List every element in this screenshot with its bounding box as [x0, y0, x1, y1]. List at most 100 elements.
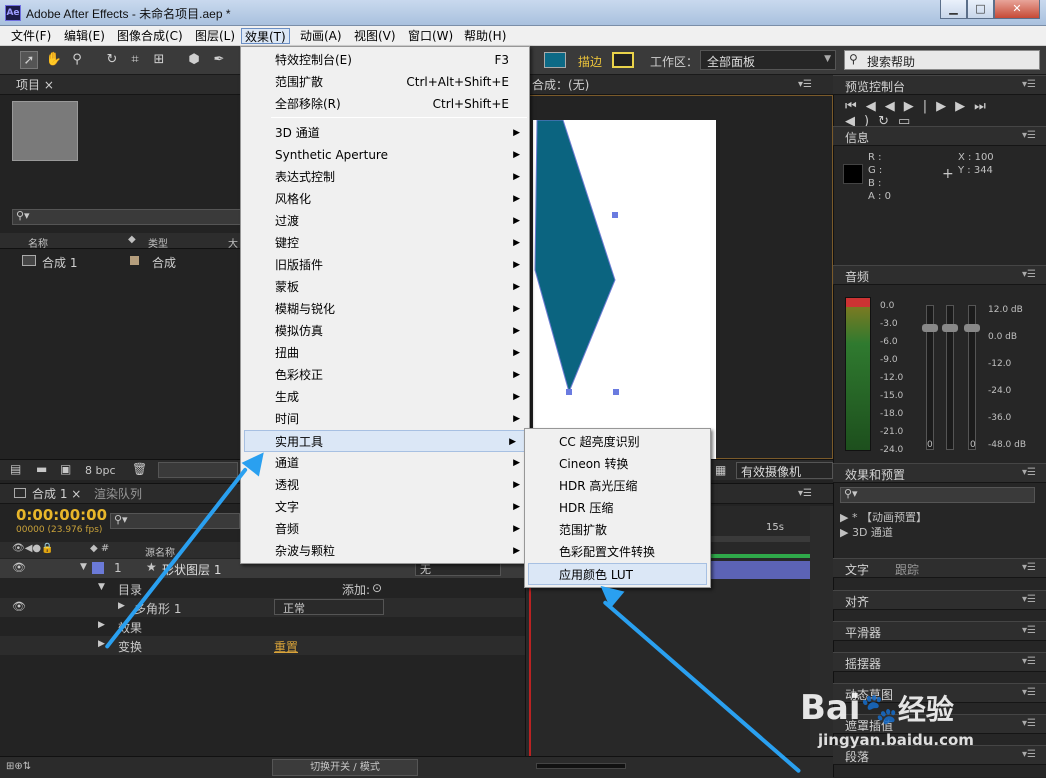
effect-menu-item[interactable]: 模糊与锐化 ▶ — [241, 298, 529, 320]
pan-behind-tool-icon[interactable]: ⊞ — [150, 51, 168, 69]
audio-fader-left[interactable] — [922, 305, 938, 450]
utility-submenu-item[interactable]: 范围扩散 — [525, 519, 710, 541]
effect-menu-item[interactable]: 特效控制台(E) F3 — [241, 49, 529, 71]
rotate-tool-icon[interactable]: ↻ — [103, 51, 121, 69]
zoom-slider[interactable] — [536, 763, 626, 769]
column-type[interactable]: 类型 — [148, 235, 168, 250]
reset-link[interactable]: 重置 — [274, 638, 298, 655]
panel-menu-icon[interactable]: ▾☰ — [1022, 718, 1036, 729]
tab-info[interactable]: 信息 — [845, 129, 869, 146]
tab-smoother[interactable]: 平滑器 — [845, 624, 881, 641]
effects-search-input[interactable]: ⚲▾ — [840, 487, 1035, 503]
project-item-row[interactable]: 合成 1 合成 — [0, 252, 242, 270]
tab-audio[interactable]: 音频 — [845, 268, 869, 285]
effect-menu-item[interactable]: 杂波与颗粒 ▶ — [241, 540, 529, 562]
project-search-input[interactable]: ⚲▾ — [12, 209, 242, 225]
interpret-footage-icon[interactable]: ▤ — [10, 462, 21, 476]
expand-triangle-icon[interactable]: ▼ — [98, 582, 105, 592]
panel-menu-icon[interactable]: ▾☰ — [1022, 749, 1036, 760]
panel-menu-icon[interactable]: ▾☰ — [798, 488, 812, 499]
tab-project[interactable]: 项目 × — [12, 76, 54, 94]
panel-menu-icon[interactable]: ▾☰ — [1022, 656, 1036, 667]
effect-menu-item[interactable]: 时间 ▶ — [241, 408, 529, 430]
blend-mode-dropdown[interactable]: 正常 — [274, 599, 384, 615]
camera-dropdown[interactable]: 有效摄像机 — [736, 462, 833, 479]
effect-menu-item[interactable]: 实用工具 ▶ — [244, 430, 526, 452]
menu-composition[interactable]: 图像合成(C) — [114, 28, 186, 44]
audio-fader-right[interactable] — [964, 305, 980, 450]
tab-align[interactable]: 对齐 — [845, 593, 869, 610]
tab-composition[interactable]: 合成：(无) — [528, 76, 589, 94]
effect-menu-item[interactable]: 过渡 ▶ — [241, 210, 529, 232]
visibility-eye-icon[interactable]: 👁 — [12, 561, 26, 574]
toggle-icons[interactable]: ⊞⊕⇅ — [6, 761, 31, 772]
effect-menu-item[interactable]: 生成 ▶ — [241, 386, 529, 408]
tab-paragraph[interactable]: 段落 — [845, 748, 869, 765]
column-size[interactable]: 大 — [228, 235, 238, 250]
transparency-grid-icon[interactable]: ▦ — [715, 463, 726, 477]
bpc-label[interactable]: 8 bpc — [85, 464, 116, 477]
workspace-dropdown[interactable]: 全部面板 ▼ — [700, 50, 836, 70]
tab-effects-presets[interactable]: 效果和预置 — [845, 466, 905, 483]
menu-help[interactable]: 帮助(H) — [461, 28, 509, 44]
column-name[interactable]: 名称 — [28, 235, 48, 250]
effect-menu-item[interactable]: 旧版插件 ▶ — [241, 254, 529, 276]
tab-text[interactable]: 文字 — [845, 561, 869, 578]
panel-menu-icon[interactable]: ▾☰ — [1022, 594, 1036, 605]
effect-menu-item[interactable]: 文字 ▶ — [241, 496, 529, 518]
selection-tool-icon[interactable]: ➚ — [20, 51, 38, 69]
effect-menu-item[interactable]: 音频 ▶ — [241, 518, 529, 540]
trash-icon[interactable]: 🗑 — [132, 462, 147, 476]
utility-submenu-item[interactable]: 色彩配置文件转换 — [525, 541, 710, 563]
project-scrollbar[interactable] — [158, 462, 238, 478]
camera-tool-icon[interactable]: ⌗ — [126, 51, 144, 69]
tab-wiggler[interactable]: 摇摆器 — [845, 655, 881, 672]
layer-color-label[interactable] — [92, 562, 104, 574]
contents-row[interactable]: ▼ 目录 添加: ⊙ — [0, 579, 525, 598]
preset-item[interactable]: ▶ * 【动画预置】 — [840, 509, 927, 525]
tab-preview[interactable]: 预览控制台 — [845, 78, 905, 95]
menu-edit[interactable]: 编辑(E) — [61, 28, 108, 44]
panel-menu-icon[interactable]: ▾☰ — [1022, 467, 1036, 478]
effect-menu-item[interactable]: 色彩校正 ▶ — [241, 364, 529, 386]
add-menu-icon[interactable]: ⊙ — [372, 581, 382, 595]
panel-menu-icon[interactable]: ▾☰ — [1022, 269, 1036, 280]
utility-submenu-item[interactable]: CC 超亮度识别 — [525, 431, 710, 453]
effect-menu-item[interactable]: 表达式控制 ▶ — [241, 166, 529, 188]
minimize-button[interactable]: ▁ — [940, 0, 967, 19]
timecode-display[interactable]: 0:00:00:00 — [16, 506, 107, 524]
effect-menu-item[interactable]: 风格化 ▶ — [241, 188, 529, 210]
panel-menu-icon[interactable]: ▾☰ — [1022, 130, 1036, 141]
shape-tool-icon[interactable]: ⬢ — [185, 51, 203, 69]
new-folder-icon[interactable]: ▬ — [36, 462, 47, 476]
stroke-color-swatch[interactable] — [612, 52, 634, 68]
polygon-row[interactable]: 👁 ▶ 多角形 1 正常 — [0, 598, 525, 617]
effect-menu-item[interactable]: 透视 ▶ — [241, 474, 529, 496]
zoom-tool-icon[interactable]: ⚲ — [68, 51, 86, 69]
menu-effect[interactable]: 效果(T) — [241, 28, 290, 44]
close-button[interactable]: ✕ — [994, 0, 1040, 19]
preset-item[interactable]: ▶ 3D 通道 — [840, 524, 893, 540]
expand-triangle-icon[interactable]: ▶ — [118, 601, 125, 611]
effect-menu-item[interactable]: 范围扩散 Ctrl+Alt+Shift+E — [241, 71, 529, 93]
menu-window[interactable]: 窗口(W) — [405, 28, 456, 44]
visibility-eye-icon[interactable]: 👁 — [12, 600, 26, 613]
utility-submenu-item[interactable]: HDR 高光压缩 — [525, 475, 710, 497]
tab-comp-1[interactable]: 合成 1 × — [28, 485, 81, 503]
help-search-input[interactable]: ⚲ 搜索帮助 — [844, 50, 1040, 70]
panel-menu-icon[interactable]: ▾☰ — [798, 79, 812, 90]
effect-menu-item[interactable]: 通道 ▶ — [241, 452, 529, 474]
expand-triangle-icon[interactable]: ▼ — [80, 562, 87, 572]
timeline-search-input[interactable]: ⚲▾ — [110, 513, 240, 529]
effect-menu-item[interactable]: 全部移除(R) Ctrl+Shift+E — [241, 93, 529, 115]
hand-tool-icon[interactable]: ✋ — [45, 51, 63, 69]
add-label[interactable]: 添加: — [342, 581, 370, 598]
effect-menu-item[interactable]: 蒙板 ▶ — [241, 276, 529, 298]
panel-menu-icon[interactable]: ▾☰ — [1022, 687, 1036, 698]
menu-animation[interactable]: 动画(A) — [297, 28, 345, 44]
tab-render-queue[interactable]: 渲染队列 — [90, 485, 142, 503]
panel-menu-icon[interactable]: ▾☰ — [1022, 79, 1036, 90]
effect-menu-item[interactable]: 模拟仿真 ▶ — [241, 320, 529, 342]
pen-tool-icon[interactable]: ✒ — [210, 51, 228, 69]
toggle-switches-modes-button[interactable]: 切换开关 / 模式 — [272, 759, 418, 776]
